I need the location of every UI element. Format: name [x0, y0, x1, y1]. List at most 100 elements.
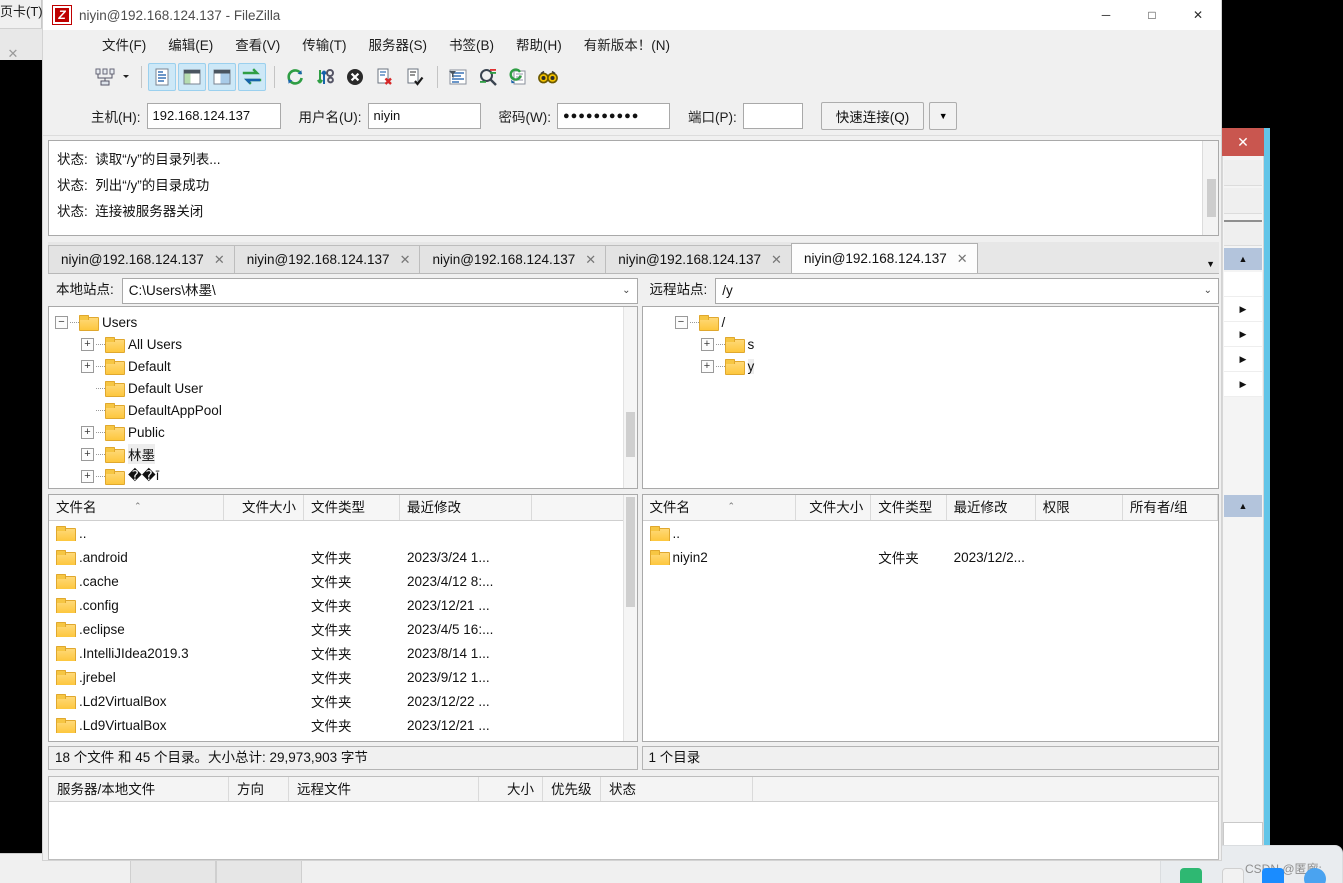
file-row[interactable]: .android 文件夹 2023/3/24 1...	[49, 545, 637, 569]
queue-column-header[interactable]: 优先级	[543, 777, 601, 801]
menu-bookmarks[interactable]: 书签(B)	[438, 30, 505, 58]
queue-column-header[interactable]: 方向	[229, 777, 289, 801]
file-row[interactable]: ..	[49, 521, 637, 545]
tree-node[interactable]: Default User	[49, 377, 637, 399]
process-queue-icon[interactable]	[311, 63, 339, 91]
file-row[interactable]: .eclipse 文件夹 2023/4/5 16:...	[49, 617, 637, 641]
taskbar-icon-light[interactable]	[1222, 868, 1244, 883]
queue-column-header[interactable]: 大小	[479, 777, 543, 801]
taskbar-icon-round[interactable]	[1304, 868, 1326, 883]
local-file-list-scrollbar[interactable]	[622, 495, 637, 741]
filter-icon[interactable]	[444, 63, 472, 91]
background-bottom-tab[interactable]	[130, 858, 216, 883]
local-file-list-scroll-thumb[interactable]	[625, 497, 635, 607]
taskbar-icon-blue[interactable]	[1262, 868, 1284, 883]
tree-node[interactable]: + All Users	[49, 333, 637, 355]
expand-icon[interactable]: +	[700, 337, 714, 351]
tab-close-icon[interactable]: ✕	[585, 252, 596, 268]
column-header[interactable]: 文件类型	[304, 495, 400, 520]
tab-close-icon[interactable]: ✕	[214, 252, 225, 268]
expand-icon[interactable]: +	[81, 359, 94, 373]
background-bottom-tab[interactable]	[216, 858, 302, 883]
tree-node[interactable]: + Default	[49, 355, 637, 377]
remote-tree-panel[interactable]: − / + s + y	[641, 306, 1219, 489]
tab-close-icon[interactable]: ✕	[771, 252, 782, 268]
column-header[interactable]: 最近修改	[400, 495, 532, 520]
password-input[interactable]: ●●●●●●●●●●	[556, 102, 670, 129]
tree-node[interactable]: + Public	[49, 421, 637, 443]
expand-icon[interactable]: +	[700, 359, 714, 373]
tree-node[interactable]: DefaultAppPool	[49, 399, 637, 421]
tree-node[interactable]: + y	[669, 355, 1219, 377]
remote-path-input[interactable]: /y ⌄	[715, 278, 1219, 304]
background-tab-close-icon[interactable]: ✕	[4, 45, 22, 63]
background-scroll-down-button[interactable]: ▲	[1224, 495, 1262, 517]
synchronized-browsing-icon[interactable]	[504, 63, 532, 91]
column-header[interactable]: 所有者/组	[1123, 495, 1218, 520]
local-tree-scroll-thumb[interactable]	[625, 412, 635, 457]
menu-transfer[interactable]: 传输(T)	[291, 30, 357, 58]
taskbar-icon-green[interactable]	[1180, 868, 1202, 883]
session-tab[interactable]: niyin@192.168.124.137 ✕	[605, 245, 792, 273]
message-log-scrollbar[interactable]	[1202, 141, 1218, 235]
background-close-button[interactable]: ✕	[1222, 128, 1264, 156]
chevron-down-icon[interactable]: ⌄	[622, 279, 630, 303]
host-input[interactable]: 192.168.124.137	[146, 102, 281, 129]
column-header[interactable]: 权限	[1036, 495, 1123, 520]
session-tab[interactable]: niyin@192.168.124.137 ✕	[233, 245, 421, 273]
column-header[interactable]: 最近修改	[947, 495, 1036, 520]
menu-server[interactable]: 服务器(S)	[358, 30, 439, 58]
directory-compare-icon[interactable]	[474, 63, 502, 91]
background-scroll-up-button[interactable]: ▲	[1224, 248, 1262, 270]
background-list-item-arrow[interactable]: ▶	[1224, 322, 1262, 347]
tree-node[interactable]: − Users	[49, 311, 637, 333]
file-row[interactable]: .cache 文件夹 2023/4/12 8:...	[49, 569, 637, 593]
expand-icon[interactable]: +	[81, 469, 94, 483]
quickconnect-button[interactable]: 快速连接(Q)	[820, 101, 925, 130]
tab-close-icon[interactable]: ✕	[400, 252, 411, 268]
local-path-input[interactable]: C:\Users\林墨\ ⌄	[121, 278, 638, 304]
collapse-icon[interactable]: −	[55, 315, 68, 329]
column-header[interactable]: 文件大小	[224, 495, 304, 520]
quickconnect-dropdown-icon[interactable]: ▼	[929, 101, 958, 130]
message-log-scroll-thumb[interactable]	[1207, 179, 1216, 217]
expand-icon[interactable]: +	[81, 425, 94, 439]
session-tab[interactable]: niyin@192.168.124.137 ✕	[48, 245, 235, 273]
local-file-list[interactable]: 文件名 ⌃ 文件大小 文件类型 最近修改 .. .android 文件夹 2023/3/24 …	[48, 494, 638, 742]
column-header[interactable]: 文件名 ⌃	[643, 495, 796, 520]
menu-view[interactable]: 查看(V)	[224, 30, 291, 58]
close-button[interactable]: ✕	[1175, 0, 1221, 30]
toggle-remote-tree-icon[interactable]	[208, 63, 236, 91]
column-header[interactable]: 文件大小	[796, 495, 872, 520]
username-input[interactable]: niyin	[367, 102, 481, 129]
file-row[interactable]: .Ld2VirtualBox 文件夹 2023/12/22 ...	[49, 689, 637, 713]
cancel-operation-icon[interactable]	[341, 63, 369, 91]
file-row[interactable]: .Ld9VirtualBox 文件夹 2023/12/21 ...	[49, 713, 637, 737]
port-input[interactable]	[742, 102, 803, 129]
tree-node[interactable]: + ��ī	[49, 465, 637, 487]
file-row[interactable]: .IntelliJIdea2019.3 文件夹 2023/8/14 1...	[49, 641, 637, 665]
reconnect-icon[interactable]	[401, 63, 429, 91]
file-row[interactable]: niyin2 文件夹 2023/12/2...	[643, 545, 1219, 569]
find-files-icon[interactable]	[534, 63, 562, 91]
queue-column-header[interactable]: 远程文件	[289, 777, 479, 801]
queue-column-header[interactable]: 状态	[601, 777, 753, 801]
file-row[interactable]: .jrebel 文件夹 2023/9/12 1...	[49, 665, 637, 689]
minimize-button[interactable]: ─	[1083, 0, 1129, 30]
dropdown-caret-icon[interactable]	[121, 71, 131, 83]
background-list-item-arrow[interactable]: ▶	[1224, 347, 1262, 372]
tree-node[interactable]: + s	[669, 333, 1219, 355]
file-row[interactable]: ..	[643, 521, 1219, 545]
site-manager-icon[interactable]	[91, 63, 119, 91]
menu-new-version[interactable]: 有新版本！(N)	[573, 30, 681, 58]
toggle-message-log-icon[interactable]	[148, 63, 176, 91]
menu-file[interactable]: 文件(F)	[91, 30, 157, 58]
background-list-item[interactable]	[1224, 272, 1262, 297]
tree-node[interactable]: + 林墨	[49, 443, 637, 465]
column-header[interactable]: 文件名 ⌃	[49, 495, 224, 520]
toggle-local-tree-icon[interactable]	[178, 63, 206, 91]
menu-edit[interactable]: 编辑(E)	[157, 30, 224, 58]
collapse-icon[interactable]: −	[674, 315, 688, 329]
remote-file-list[interactable]: 文件名 ⌃ 文件大小 文件类型 最近修改 权限 所有者/组 .. niyin2 文件夹 2023/…	[641, 494, 1219, 742]
expand-icon[interactable]: +	[81, 337, 94, 351]
